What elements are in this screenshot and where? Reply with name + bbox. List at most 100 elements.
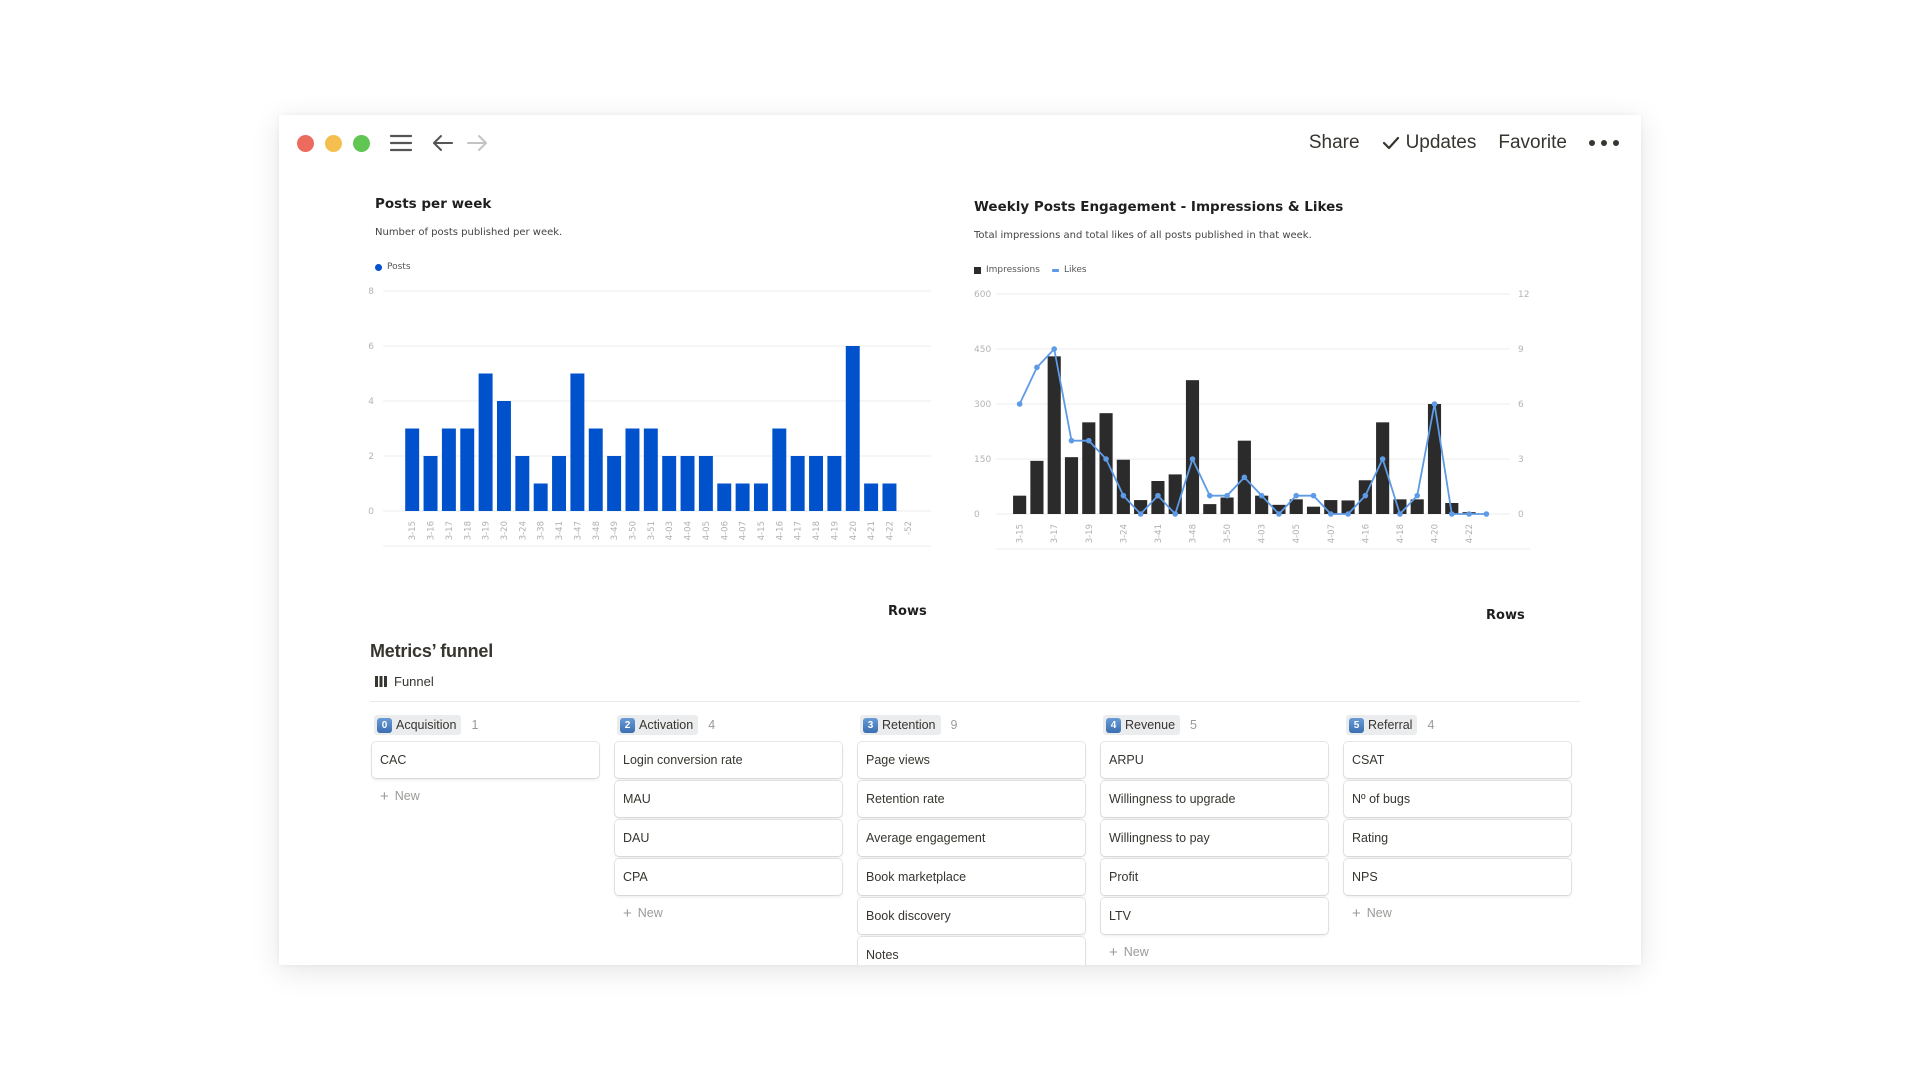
funnel-view-tab[interactable]: Funnel <box>375 674 434 689</box>
bar-posts <box>882 483 897 511</box>
column-tag[interactable]: 3 Retention <box>860 715 941 735</box>
bar-posts <box>735 483 750 511</box>
board-card[interactable]: Profit <box>1101 859 1328 895</box>
likes-point <box>1120 492 1127 499</box>
column-header[interactable]: 3 Retention 9 <box>858 713 1085 737</box>
x-tick-label: 4-04 <box>684 521 694 540</box>
bar-posts <box>864 483 879 511</box>
bar-impressions <box>1064 457 1079 514</box>
y-left-tick-label: 450 <box>974 345 991 355</box>
funnel-heading: Metrics’ funnel <box>370 641 494 661</box>
board-column-acquisition: 0 Acquisition 1 CAC + New <box>372 713 599 965</box>
board-card[interactable]: ARPU <box>1101 742 1328 778</box>
new-card-button[interactable]: + New <box>615 898 842 928</box>
column-count: 9 <box>950 718 958 732</box>
close-window-button[interactable] <box>297 135 314 152</box>
column-header[interactable]: 5 Referral 4 <box>1344 713 1571 737</box>
x-tick-label: 4-22 <box>1465 524 1475 543</box>
funnel-board: 0 Acquisition 1 CAC + New 2 Activation 4 Login co… <box>372 713 1571 965</box>
board-card[interactable]: Average engagement <box>858 820 1085 856</box>
column-header[interactable]: 2 Activation 4 <box>615 713 842 737</box>
bar-posts <box>643 428 658 511</box>
likes-point <box>1172 511 1179 517</box>
x-tick-label: 3-38 <box>537 521 547 540</box>
board-card[interactable]: Book marketplace <box>858 859 1085 895</box>
posts-chart-legend[interactable]: Posts <box>375 262 411 272</box>
engagement-chart-legend[interactable]: Impressions Likes <box>974 265 1087 275</box>
y-tick-label: 0 <box>368 507 374 517</box>
legend-item-impressions[interactable]: Impressions <box>974 265 1040 275</box>
menu-icon[interactable] <box>386 129 416 157</box>
board-card[interactable]: LTV <box>1101 898 1328 934</box>
x-tick-label: 4-18 <box>812 521 822 540</box>
legend-item-posts[interactable]: Posts <box>375 262 411 272</box>
x-tick-label: 3-24 <box>518 521 528 540</box>
column-tag[interactable]: 5 Referral <box>1346 715 1418 735</box>
share-button[interactable]: Share <box>1309 132 1360 154</box>
posts-chart-subtitle: Number of posts published per week. <box>375 227 563 238</box>
board-card[interactable]: Willingness to upgrade <box>1101 781 1328 817</box>
bar-posts <box>552 456 567 511</box>
x-tick-label: 3-19 <box>1085 524 1095 543</box>
likes-point <box>1155 492 1161 499</box>
board-card[interactable]: Notes <box>858 937 1085 965</box>
forward-arrow-icon[interactable] <box>462 129 492 157</box>
new-card-button[interactable]: + New <box>372 781 599 811</box>
x-tick-label: 3-16 <box>427 521 437 540</box>
board-card[interactable]: Retention rate <box>858 781 1085 817</box>
board-column-revenue: 4 Revenue 5 ARPU Willingness to upgrade Willi… <box>1101 713 1328 965</box>
bar-impressions <box>1047 356 1061 514</box>
bar-posts <box>827 456 842 511</box>
engagement-chart-subtitle: Total impressions and total likes of all… <box>974 230 1312 241</box>
more-options-icon[interactable] <box>1589 140 1619 146</box>
updates-button[interactable]: Updates <box>1382 132 1476 154</box>
board-card[interactable]: MAU <box>615 781 842 817</box>
new-label: New <box>1123 945 1149 959</box>
board-card[interactable]: DAU <box>615 820 842 856</box>
x-tick-label: 3-49 <box>610 521 620 540</box>
legend-item-likes[interactable]: Likes <box>1051 265 1087 275</box>
engagement-x-axis-label: Rows <box>1486 608 1525 623</box>
board-card[interactable]: Rating <box>1344 820 1571 856</box>
board-card[interactable]: Nº of bugs <box>1344 781 1571 817</box>
engagement-combo-chart: 0 150 300 450 600 0 3 6 9 12 3-15 3-17 3-19 3-24 3-41 3… <box>974 290 1530 550</box>
column-tag[interactable]: 4 Revenue <box>1103 715 1181 735</box>
x-tick-label: 3-50 <box>628 521 638 540</box>
board-card[interactable]: CPA <box>615 859 842 895</box>
likes-point <box>1310 492 1317 499</box>
likes-point <box>1016 401 1023 407</box>
new-card-button[interactable]: + New <box>1101 937 1328 965</box>
column-header[interactable]: 0 Acquisition 1 <box>372 713 599 737</box>
bar-posts <box>405 428 420 511</box>
board-card[interactable]: NPS <box>1344 859 1571 895</box>
new-label: New <box>637 906 663 920</box>
bar-posts <box>607 456 622 511</box>
zoom-window-button[interactable] <box>353 135 370 152</box>
likes-point <box>1241 474 1248 481</box>
x-tick-label: 4-03 <box>1258 524 1268 543</box>
x-tick-label: 4-16 <box>775 521 785 540</box>
board-card[interactable]: CAC <box>372 742 599 778</box>
plus-icon: + <box>380 787 389 805</box>
minimize-window-button[interactable] <box>325 135 342 152</box>
x-tick-label: 3-17 <box>1050 524 1060 543</box>
board-card[interactable]: Willingness to pay <box>1101 820 1328 856</box>
column-header[interactable]: 4 Revenue 5 <box>1101 713 1328 737</box>
posts-x-axis-label: Rows <box>888 604 927 619</box>
new-card-button[interactable]: + New <box>1344 898 1571 928</box>
check-icon <box>1382 136 1399 150</box>
column-count: 5 <box>1190 718 1197 732</box>
board-card[interactable]: Page views <box>858 742 1085 778</box>
board-view-icon <box>375 676 387 687</box>
column-tag[interactable]: 2 Activation <box>617 715 699 735</box>
column-tag[interactable]: 0 Acquisition <box>374 715 462 735</box>
legend-label-posts: Posts <box>387 262 411 272</box>
number-badge-icon: 3 <box>863 717 878 733</box>
likes-point <box>1466 511 1472 517</box>
board-card[interactable]: Login conversion rate <box>615 742 842 778</box>
board-card[interactable]: Book discovery <box>858 898 1085 934</box>
favorite-button[interactable]: Favorite <box>1498 132 1567 154</box>
board-card[interactable]: CSAT <box>1344 742 1571 778</box>
bar-posts <box>790 456 805 511</box>
back-arrow-icon[interactable] <box>428 129 458 157</box>
